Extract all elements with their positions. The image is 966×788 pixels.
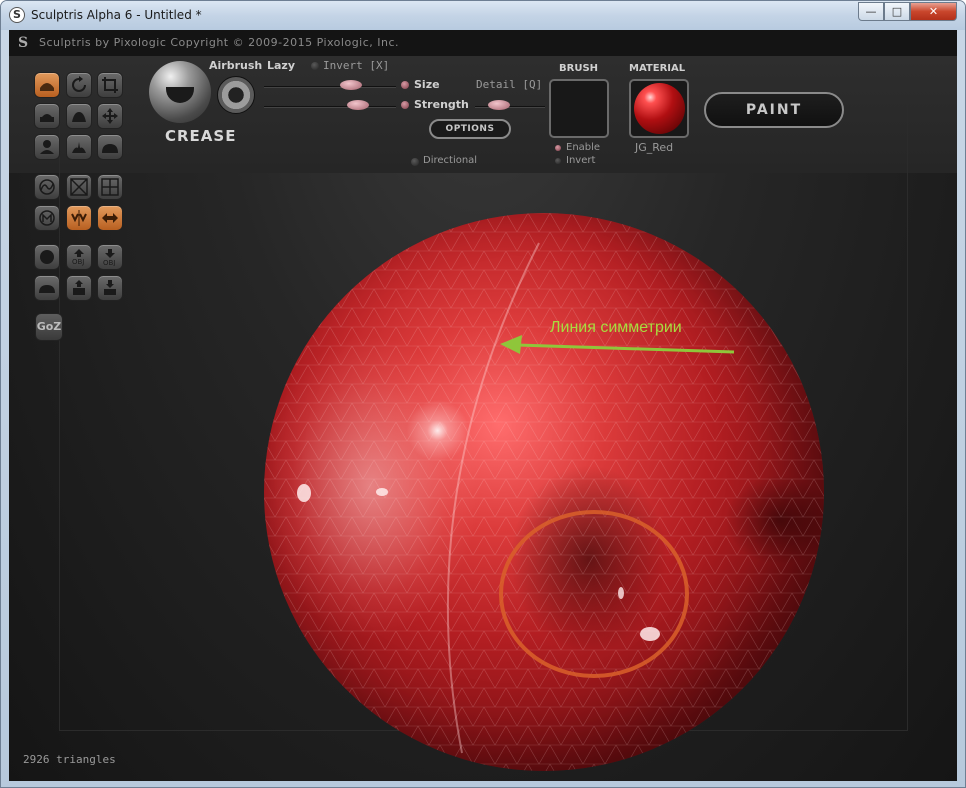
invert-label: Invert [X] bbox=[323, 59, 390, 72]
window-title: Sculptris Alpha 6 - Untitled * bbox=[31, 8, 202, 22]
detail-slider-knob[interactable] bbox=[488, 100, 510, 110]
flatten-tool-button[interactable] bbox=[34, 103, 60, 129]
copyright-bar: S Sculptris by Pixologic Copyright © 200… bbox=[9, 30, 957, 56]
sculptris-app-icon[interactable]: S bbox=[9, 7, 25, 23]
grid-icon bbox=[101, 178, 119, 196]
paint-mode-button[interactable]: PAINT bbox=[704, 92, 844, 128]
brush-texture-slot[interactable] bbox=[549, 79, 609, 138]
flatten-icon bbox=[40, 114, 54, 122]
sculptris-canvas[interactable]: S Sculptris by Pixologic Copyright © 200… bbox=[9, 30, 957, 781]
strength-indicator-dot bbox=[401, 101, 409, 109]
invert-texture-radio[interactable] bbox=[555, 158, 561, 164]
strength-slider-track[interactable] bbox=[264, 106, 396, 108]
material-name: JG_Red bbox=[635, 141, 674, 154]
invert-texture-label: Invert bbox=[566, 155, 596, 166]
brush-name: CREASE bbox=[165, 127, 237, 145]
mask-icon bbox=[39, 210, 55, 226]
double-arrow-icon bbox=[102, 213, 118, 223]
curve-icon bbox=[39, 179, 55, 195]
enable-label: Enable bbox=[566, 142, 601, 153]
crease-tool-button[interactable] bbox=[97, 134, 123, 160]
open-file-icon bbox=[73, 280, 85, 295]
material-slot[interactable] bbox=[629, 79, 689, 138]
plane-icon bbox=[39, 285, 55, 293]
export-obj-icon: OBJ bbox=[103, 249, 115, 266]
import-obj-button[interactable]: OBJ bbox=[66, 244, 92, 270]
minimize-button[interactable]: — bbox=[858, 2, 884, 21]
grid-toggle-button[interactable] bbox=[97, 174, 123, 200]
options-button[interactable]: OPTIONS bbox=[429, 119, 511, 139]
app-window: S Sculptris Alpha 6 - Untitled * — □ ✕ S… bbox=[0, 0, 966, 788]
size-slider-knob[interactable] bbox=[340, 80, 362, 90]
brush-section-label: BRUSH bbox=[559, 63, 599, 74]
material-section-label: MATERIAL bbox=[629, 63, 686, 74]
pinch-tool-button[interactable] bbox=[66, 134, 92, 160]
triangle-count: 2926 triangles bbox=[23, 753, 116, 766]
size-slider-track[interactable] bbox=[264, 86, 396, 88]
move-arrows-icon bbox=[102, 108, 118, 124]
close-button[interactable]: ✕ bbox=[910, 2, 957, 21]
crop-tool-button[interactable] bbox=[97, 72, 123, 98]
wireframe-toggle-button[interactable] bbox=[66, 174, 92, 200]
svg-text:OBJ: OBJ bbox=[103, 259, 115, 266]
wireframe-icon bbox=[70, 178, 88, 196]
symmetry-toggle-button[interactable] bbox=[66, 205, 92, 231]
rotate-icon bbox=[72, 76, 86, 92]
sculpt-mesh-sphere[interactable] bbox=[264, 213, 824, 771]
grab-tool-button[interactable] bbox=[97, 103, 123, 129]
inflate-tool-button[interactable] bbox=[66, 103, 92, 129]
sphere-icon bbox=[40, 250, 54, 264]
rotate-tool-button[interactable] bbox=[66, 72, 92, 98]
brush-preview-ball[interactable] bbox=[149, 61, 211, 123]
open-file-button[interactable] bbox=[66, 275, 92, 301]
directional-label: Directional bbox=[423, 155, 478, 166]
save-file-button[interactable] bbox=[97, 275, 123, 301]
wireframe-overlay bbox=[264, 213, 824, 771]
size-label: Size bbox=[414, 78, 440, 91]
enable-radio[interactable] bbox=[555, 145, 561, 151]
strength-label: Strength bbox=[414, 98, 469, 111]
inflate-icon bbox=[72, 112, 86, 122]
mirror-toggle-button[interactable] bbox=[97, 205, 123, 231]
new-plane-button[interactable] bbox=[34, 275, 60, 301]
import-obj-icon: OBJ bbox=[72, 249, 84, 266]
copyright-text: Sculptris by Pixologic Copyright © 2009-… bbox=[39, 36, 400, 49]
lazy-toggle[interactable]: Lazy bbox=[267, 59, 295, 72]
title-bar[interactable]: S Sculptris Alpha 6 - Untitled * — □ ✕ bbox=[1, 1, 965, 30]
new-sphere-button[interactable] bbox=[34, 244, 60, 270]
crease-icon bbox=[102, 144, 118, 153]
sculptris-logo-icon: S bbox=[18, 35, 29, 51]
smooth-tool-button[interactable] bbox=[34, 134, 60, 160]
symmetry-icon bbox=[71, 210, 87, 226]
draw-tool-button[interactable] bbox=[34, 72, 60, 98]
strength-slider-knob[interactable] bbox=[347, 100, 369, 110]
goz-button[interactable]: GoZ bbox=[35, 313, 63, 341]
symmetry-curve-button[interactable] bbox=[34, 174, 60, 200]
detail-label: Detail [Q] bbox=[476, 78, 543, 91]
draw-icon bbox=[40, 83, 54, 91]
crease-icon bbox=[166, 87, 194, 103]
pinch-icon bbox=[72, 142, 86, 153]
material-preview-ball bbox=[634, 83, 685, 134]
detail-slider-track[interactable] bbox=[475, 106, 545, 108]
export-obj-button[interactable]: OBJ bbox=[97, 244, 123, 270]
size-indicator-dot bbox=[401, 81, 409, 89]
mask-tool-button[interactable] bbox=[34, 205, 60, 231]
svg-text:OBJ: OBJ bbox=[72, 258, 84, 266]
maximize-button[interactable]: □ bbox=[884, 2, 910, 21]
symmetry-line-annotation: Линия симметрии bbox=[550, 319, 682, 336]
directional-radio[interactable] bbox=[411, 158, 419, 166]
airbrush-toggle[interactable]: Airbrush bbox=[209, 59, 262, 72]
save-file-icon bbox=[104, 280, 116, 295]
smooth-icon bbox=[40, 140, 54, 154]
invert-radio[interactable] bbox=[311, 62, 319, 70]
crop-icon bbox=[102, 77, 118, 93]
brush-falloff-button[interactable] bbox=[217, 76, 255, 114]
